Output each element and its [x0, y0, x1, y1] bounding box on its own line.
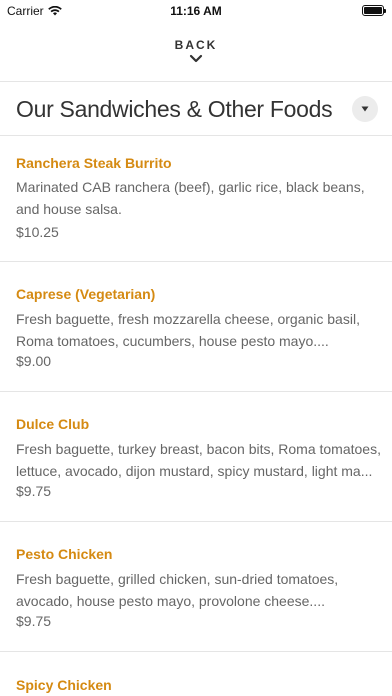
menu-item[interactable]: Spicy Chicken — [0, 652, 392, 696]
back-label: BACK — [174, 38, 218, 52]
menu-item-description: Fresh baguette, grilled chicken, sun-dri… — [16, 568, 382, 612]
menu-item-name: Dulce Club — [16, 416, 90, 432]
description-line: Fresh baguette, grilled chicken, sun-dri… — [16, 571, 339, 587]
menu-item-price: $10.25 — [16, 224, 59, 240]
chevron-down-icon — [189, 54, 203, 63]
menu-item[interactable]: Pesto Chicken Fresh baguette, grilled ch… — [0, 522, 392, 652]
section-dropdown-button[interactable] — [352, 96, 378, 122]
description-line: Fresh baguette, fresh mozzarella cheese,… — [16, 311, 360, 327]
menu-item-description: Marinated CAB ranchera (beef), garlic ri… — [16, 176, 382, 220]
menu-item-description: Fresh baguette, turkey breast, bacon bit… — [16, 438, 382, 482]
menu-item[interactable]: Dulce Club Fresh baguette, turkey breast… — [0, 392, 392, 522]
menu-item-price: $9.75 — [16, 483, 52, 499]
menu-item-price: $9.75 — [16, 613, 52, 629]
description-line: and house salsa. — [16, 201, 122, 217]
status-time: 11:16 AM — [170, 4, 222, 18]
menu-item[interactable]: Ranchera Steak Burrito Marinated CAB ran… — [0, 136, 392, 260]
divider — [0, 81, 392, 82]
description-line: Roma tomatoes, cucumbers, house pesto ma… — [16, 333, 329, 349]
menu-item-price: $9.00 — [16, 353, 52, 369]
back-button[interactable]: BACK — [0, 34, 392, 74]
menu-item-name: Spicy Chicken — [16, 677, 112, 693]
description-line: avocado, house pesto mayo, provolone che… — [16, 593, 325, 609]
menu-item[interactable]: Caprese (Vegetarian) Fresh baguette, fre… — [0, 262, 392, 392]
description-line: lettuce, avocado, dijon mustard, spicy m… — [16, 463, 373, 479]
status-right — [362, 5, 386, 16]
caret-down-icon — [361, 106, 369, 112]
menu-item-name: Pesto Chicken — [16, 546, 113, 562]
status-bar: Carrier 11:16 AM — [0, 0, 392, 22]
description-line: Marinated CAB ranchera (beef), garlic ri… — [16, 179, 365, 195]
section-header: Our Sandwiches & Other Foods — [0, 84, 392, 136]
menu-item-name: Caprese (Vegetarian) — [16, 286, 156, 302]
description-line: Fresh baguette, turkey breast, bacon bit… — [16, 441, 381, 457]
page-title: Our Sandwiches & Other Foods — [16, 96, 333, 122]
battery-icon — [362, 5, 386, 16]
menu-item-name: Ranchera Steak Burrito — [16, 155, 172, 171]
menu-item-description: Fresh baguette, fresh mozzarella cheese,… — [16, 308, 382, 352]
